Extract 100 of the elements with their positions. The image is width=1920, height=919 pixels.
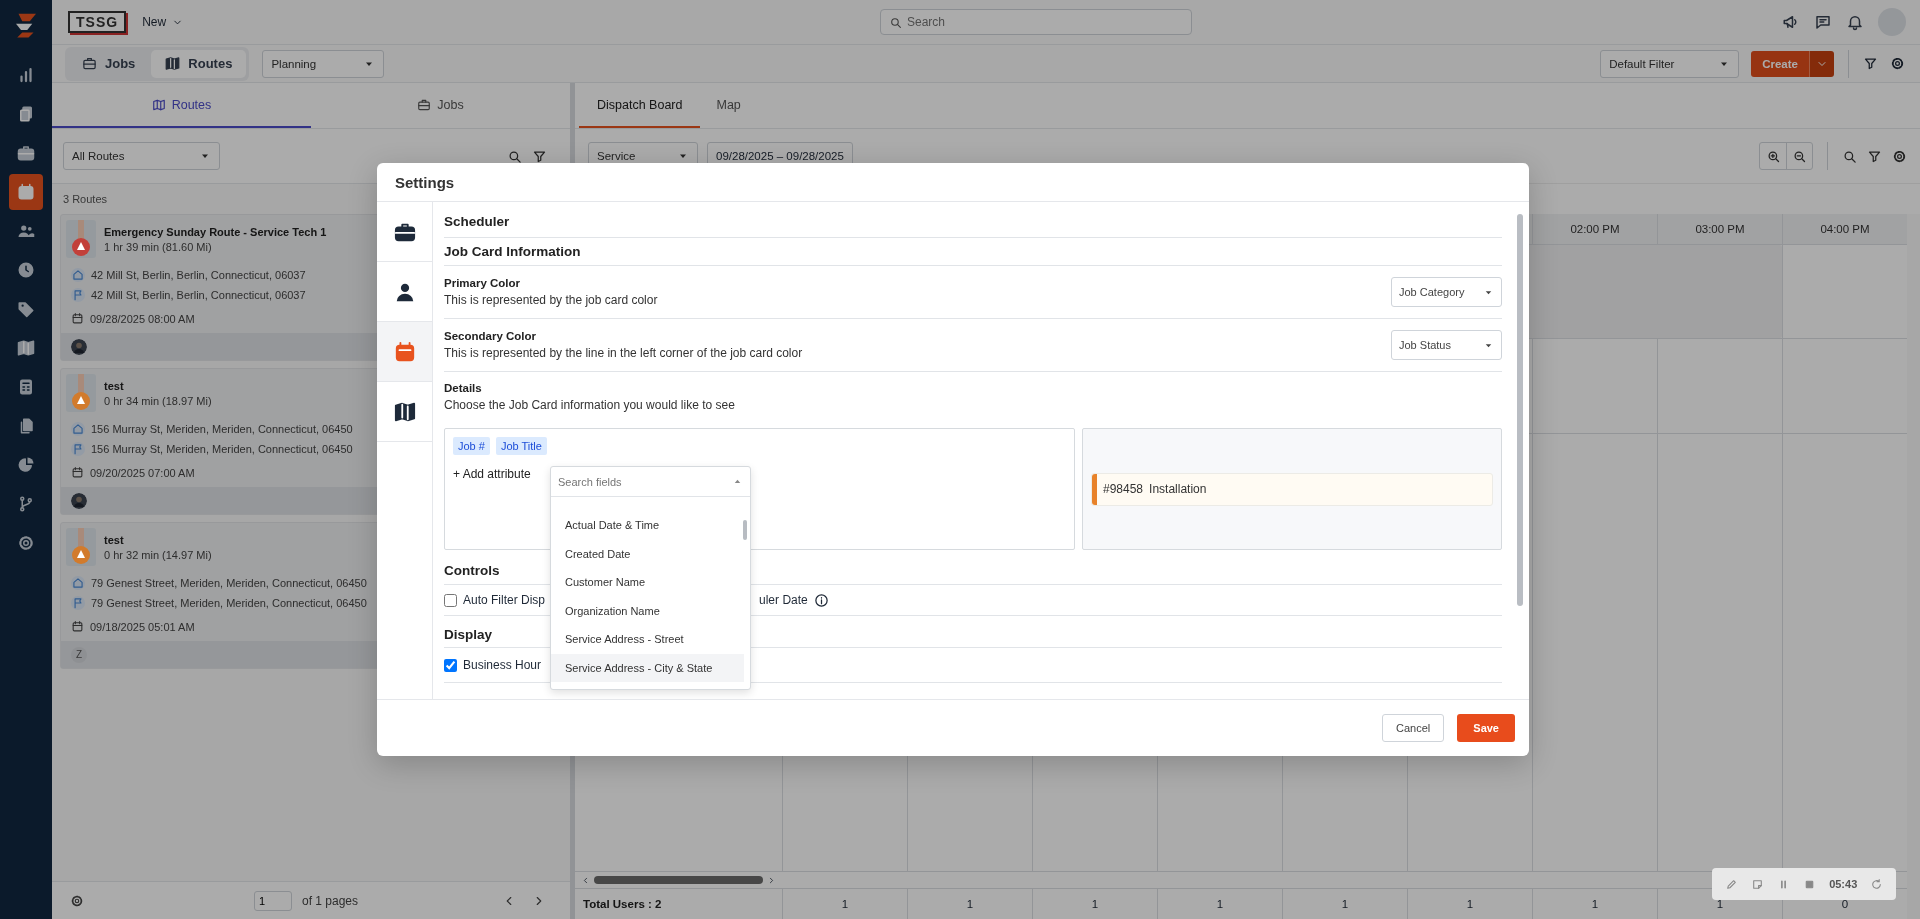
calendar-icon <box>71 620 84 633</box>
route-date: 09/18/2025 05:01 AM <box>90 620 195 633</box>
start-address: 156 Murray St, Meriden, Meriden, Connecticut, 06450 <box>91 423 353 435</box>
view-toggle-option[interactable]: Jobs <box>68 49 150 78</box>
bell-icon[interactable] <box>1846 13 1864 31</box>
info-icon[interactable] <box>813 592 829 608</box>
setting-label: Primary Color <box>444 277 522 289</box>
route-duration: 0 hr 32 min (14.97 Mi) <box>104 549 212 561</box>
page-field[interactable]: 1 <box>254 890 292 911</box>
planning-select[interactable]: Planning <box>262 49 385 78</box>
column-total: 1 <box>907 888 1032 919</box>
chat-icon[interactable] <box>1814 13 1832 31</box>
route-duration: 0 hr 34 min (18.97 Mi) <box>104 395 212 407</box>
color-source-select[interactable]: Job Category <box>1391 277 1502 307</box>
route-date: 09/28/2025 08:00 AM <box>90 312 195 325</box>
clock-icon <box>17 261 35 279</box>
company-logo[interactable]: TSSG <box>68 11 127 33</box>
section-heading: Display <box>444 627 493 642</box>
checkbox[interactable] <box>444 658 457 672</box>
end-address: 156 Murray St, Meriden, Meriden, Connecticut, 06450 <box>91 443 353 455</box>
chevron-left-icon <box>581 875 590 885</box>
avatar: Z <box>71 646 87 663</box>
search-field[interactable]: Search <box>881 10 1191 34</box>
route-marker-icon <box>66 220 96 258</box>
section-heading: Scheduler <box>444 214 510 229</box>
save-button[interactable]: Save <box>1457 714 1515 742</box>
scrollbar[interactable] <box>1907 214 1920 919</box>
note-icon[interactable] <box>1750 877 1764 891</box>
settings-icon[interactable] <box>1892 148 1907 164</box>
checkbox-label: Business Hour <box>463 658 542 672</box>
settings-icon[interactable] <box>1890 56 1905 71</box>
flag-icon <box>71 442 85 456</box>
filter-icon[interactable] <box>532 148 547 164</box>
job-title: Installation <box>1149 482 1207 496</box>
settings-icon <box>17 534 35 552</box>
route-duration: 1 hr 39 min (81.60 Mi) <box>104 241 213 253</box>
checkbox[interactable] <box>444 593 457 607</box>
total-users: Total Users : 2 <box>575 888 782 919</box>
home-icon <box>71 422 85 436</box>
create-menu-button[interactable] <box>1809 50 1834 77</box>
documents-icon <box>17 105 35 123</box>
checkbox-label: Auto Filter Disp <box>463 593 546 607</box>
route-date: 09/20/2025 07:00 AM <box>90 466 195 479</box>
time-header: 03:00 PM <box>1657 214 1782 245</box>
end-address: 79 Genest Street, Meriden, Meriden, Connecticut, 06450 <box>91 597 367 609</box>
column-total: 1 <box>1407 888 1532 919</box>
branch-icon <box>17 495 35 513</box>
scrollbar[interactable] <box>1517 214 1523 606</box>
end-address: 42 Mill St, Berlin, Berlin, Connecticut, 06037 <box>91 289 306 301</box>
job-number: #98458 <box>1103 482 1144 496</box>
pie-chart-icon <box>17 456 35 474</box>
board-tab[interactable]: Map <box>716 83 759 128</box>
filter-icon[interactable] <box>1867 148 1882 164</box>
add-attribute-button[interactable]: + Add attribute <box>453 467 531 481</box>
route-name: test <box>104 380 125 392</box>
column-total: 1 <box>1282 888 1407 919</box>
search-icon <box>889 16 902 29</box>
calendar-icon <box>71 466 84 479</box>
calendar-icon <box>71 312 84 325</box>
checkbox-label: uler Date <box>759 593 808 607</box>
setting-label: Secondary Color <box>444 330 538 342</box>
board-tab[interactable]: Dispatch Board <box>579 83 701 128</box>
recording-time: 05:43 <box>1829 878 1858 890</box>
cancel-button[interactable]: Cancel <box>1382 714 1445 742</box>
setting-label: Details <box>444 382 483 394</box>
bar-chart-icon <box>17 66 35 84</box>
time-header: 02:00 PM <box>1532 214 1657 245</box>
route-name: Emergency Sunday Route - Service Tech 1 <box>104 226 327 238</box>
flag-icon <box>71 596 85 610</box>
refresh-icon[interactable] <box>1870 877 1884 891</box>
scrollbar[interactable] <box>743 520 747 540</box>
view-toggle-option[interactable]: Routes <box>151 49 247 78</box>
column-total: 1 <box>1157 888 1282 919</box>
route-name: test <box>104 534 125 546</box>
calculator-icon <box>17 378 35 396</box>
panel-tab[interactable]: Jobs <box>311 83 570 128</box>
sidebar-item[interactable] <box>9 174 43 210</box>
search-fields-field[interactable]: Search fields <box>551 467 750 496</box>
field-option[interactable]: Service Address - City & State <box>551 653 744 682</box>
map-icon <box>393 400 416 423</box>
start-address: 79 Genest Street, Meriden, Meriden, Connecticut, 06450 <box>91 577 367 589</box>
new-menu[interactable]: New <box>142 15 184 29</box>
map-icon <box>151 97 166 112</box>
color-source-select[interactable]: Job Status <box>1391 330 1502 360</box>
start-address: 42 Mill St, Berlin, Berlin, Connecticut, 06037 <box>91 269 306 281</box>
filter-select[interactable]: Default Filter <box>1600 49 1740 78</box>
attribute-chip[interactable]: Job # <box>453 437 490 455</box>
settings-icon[interactable] <box>70 893 84 908</box>
calendar-icon <box>17 183 35 201</box>
avatar <box>71 492 87 509</box>
route-filter-select[interactable]: All Routes <box>63 142 220 170</box>
briefcase-icon <box>17 144 35 162</box>
chevron-right-icon <box>767 875 776 885</box>
route-marker-icon <box>66 528 96 566</box>
column-total: 1 <box>1032 888 1157 919</box>
filter-icon[interactable] <box>1863 56 1878 71</box>
column-total: 1 <box>782 888 907 919</box>
attribute-chip[interactable]: Job Title <box>495 437 547 455</box>
flag-icon <box>71 288 85 302</box>
column-total: 1 <box>1532 888 1657 919</box>
